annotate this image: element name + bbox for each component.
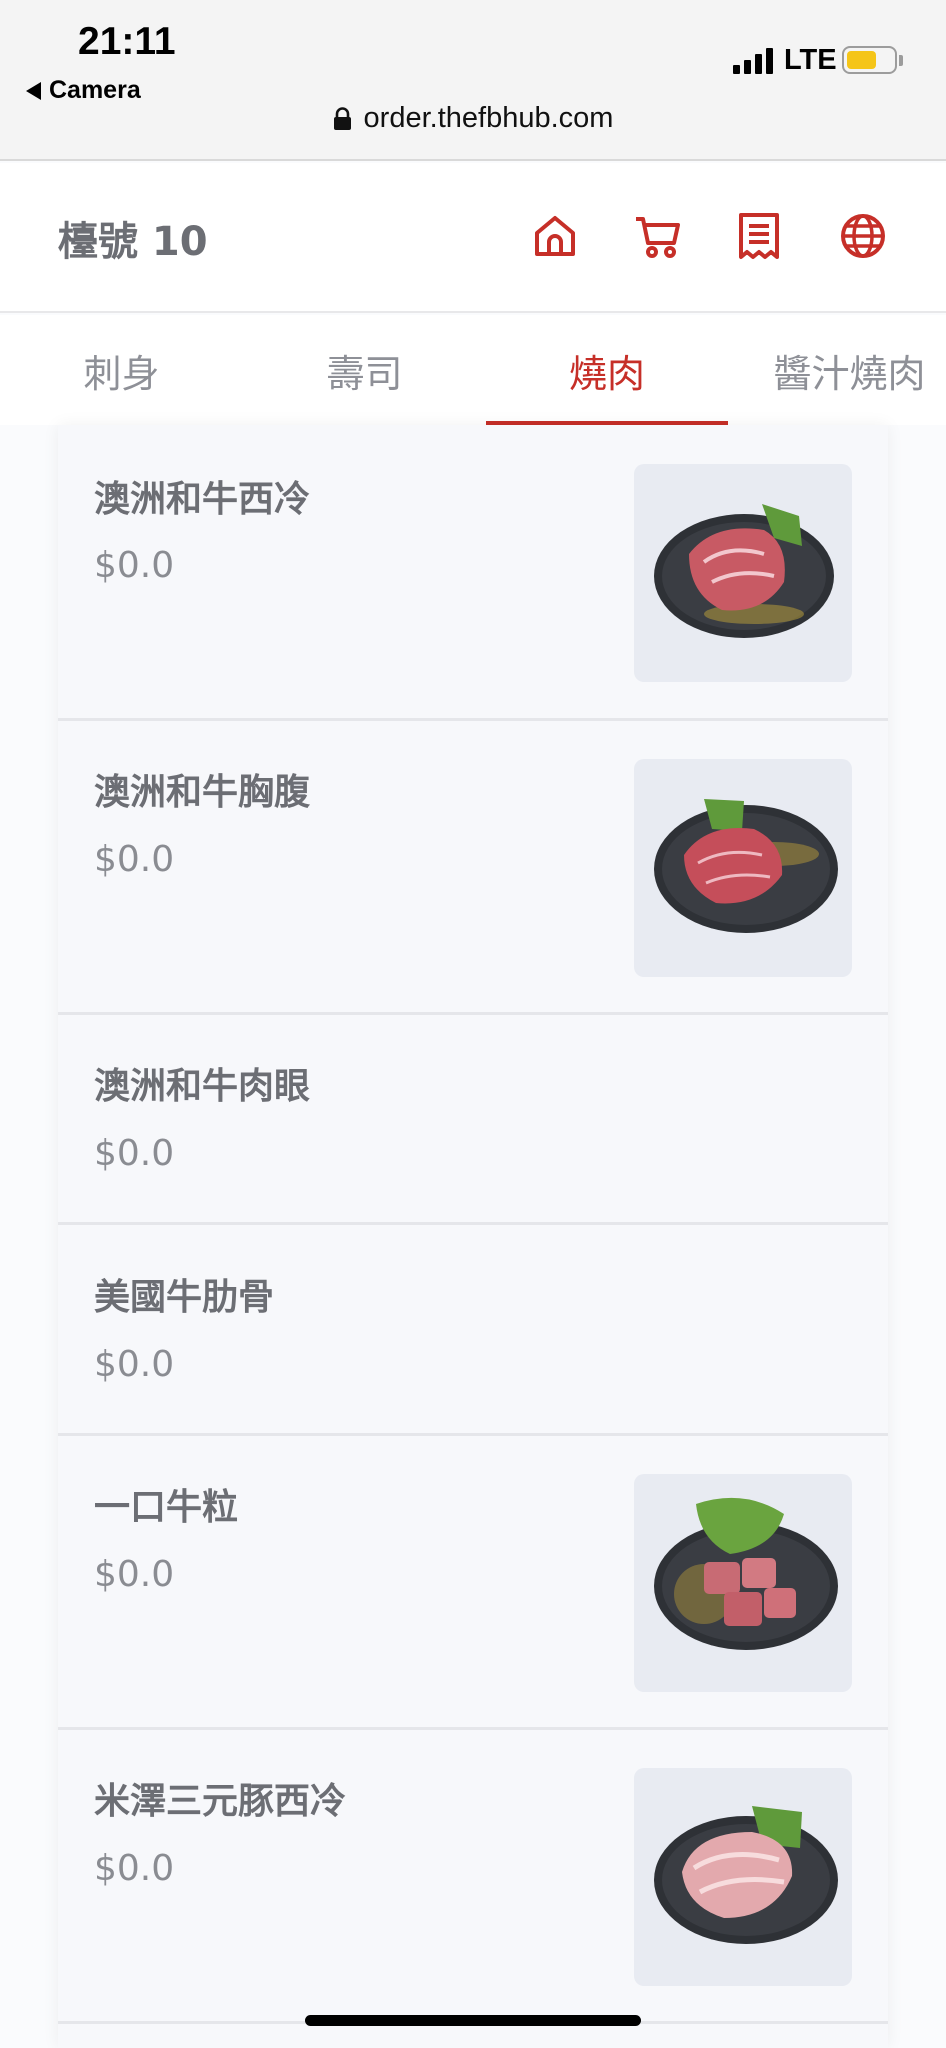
item-price: $0.0	[94, 1344, 175, 1385]
home-indicator[interactable]	[305, 2015, 641, 2026]
back-arrow-icon	[26, 81, 41, 100]
meat-plate-image	[654, 799, 838, 933]
battery-tip	[899, 55, 903, 66]
browser-top-bar: 21:11 Camera LTE order.thefbhub.com	[0, 0, 946, 161]
item-name: 美國牛肋骨	[94, 1277, 275, 1318]
item-photo[interactable]	[634, 1474, 852, 1692]
globe-icon	[841, 214, 885, 258]
list-item[interactable]: 美國牛肋骨 $0.0	[58, 1225, 888, 1436]
tab-sushi[interactable]: 壽司	[243, 315, 486, 425]
list-item[interactable]: 米澤三元豚西冷 $0.0	[58, 1730, 888, 2024]
menu-item-list: 澳洲和牛西冷 $0.0 澳洲和牛胸腹 $0.0 澳洲和牛肉眼 $0.0 美國牛肋…	[58, 425, 888, 2048]
battery-icon	[842, 46, 897, 74]
list-item[interactable]: 澳洲和牛肉眼 $0.0	[58, 1015, 888, 1225]
item-price: $0.0	[94, 1554, 175, 1595]
battery-level	[847, 51, 877, 69]
tab-yakiniku[interactable]: 燒肉	[486, 315, 728, 425]
item-name: 米澤三元豚西冷	[94, 1781, 347, 1822]
item-photo[interactable]	[634, 1768, 852, 1986]
home-button[interactable]	[530, 211, 580, 261]
home-icon	[535, 216, 575, 256]
item-price: $0.0	[94, 839, 175, 880]
item-price: $0.0	[94, 1133, 175, 1174]
orders-button[interactable]	[734, 211, 784, 261]
address-bar[interactable]: order.thefbhub.com	[0, 102, 946, 135]
list-item[interactable]: 澳洲和牛胸腹 $0.0	[58, 721, 888, 1015]
back-label: Camera	[49, 76, 141, 104]
list-item[interactable]: 澳洲和牛西冷 $0.0	[58, 425, 888, 721]
receipt-icon	[739, 213, 779, 259]
cart-button[interactable]	[633, 211, 683, 261]
item-name: 澳洲和牛胸腹	[94, 772, 311, 813]
item-price: $0.0	[94, 545, 175, 586]
tab-sashimi[interactable]: 刺身	[0, 315, 243, 425]
category-tabs: 刺身 壽司 燒肉 醬汁燒肉	[0, 315, 946, 425]
back-to-camera-link[interactable]: Camera	[26, 76, 141, 105]
item-photo[interactable]	[634, 464, 852, 682]
item-name: 澳洲和牛西冷	[94, 479, 311, 520]
meat-plate-image	[654, 504, 834, 638]
lock-icon	[333, 106, 351, 130]
language-button[interactable]	[838, 211, 888, 261]
item-name: 一口牛粒	[94, 1487, 239, 1528]
item-name: 澳洲和牛肉眼	[94, 1066, 311, 1107]
meat-plate-image	[654, 1497, 838, 1650]
tab-sauce-yakiniku[interactable]: 醬汁燒肉	[728, 315, 946, 425]
cart-icon	[636, 217, 680, 258]
signal-strength-icon	[733, 48, 773, 74]
status-time: 21:11	[78, 20, 176, 63]
list-item[interactable]: 一口牛粒 $0.0	[58, 1436, 888, 1730]
item-photo[interactable]	[634, 759, 852, 977]
app-header: 檯號 10	[0, 163, 946, 313]
item-price: $0.0	[94, 1848, 175, 1889]
meat-plate-image	[654, 1806, 838, 1944]
url-text: order.thefbhub.com	[363, 102, 614, 134]
network-type: LTE	[784, 44, 837, 76]
table-number: 檯號 10	[58, 219, 208, 265]
